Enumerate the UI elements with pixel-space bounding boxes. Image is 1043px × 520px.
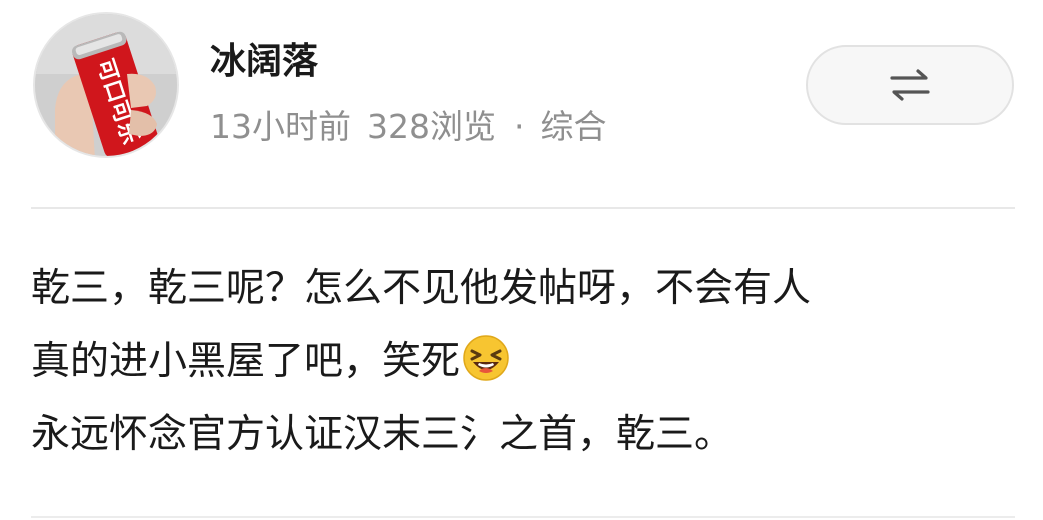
category-tag[interactable]: 综合	[541, 100, 607, 148]
post-header: 可口可乐 冰阔落 13小时前 328浏览 · 综合	[0, 0, 1043, 208]
footer-divider	[31, 516, 1015, 518]
post-line: 乾三，乾三呢？怎么不见他发帖呀，不会有人	[31, 266, 812, 311]
view-count: 328浏览	[367, 107, 496, 146]
cola-can-avatar-icon: 可口可乐	[35, 14, 177, 156]
swap-button[interactable]	[806, 45, 1014, 125]
post-line: 真的进小黑屋了吧，笑死	[31, 339, 461, 384]
post-line: 永远怀念官方认证汉末三氵之首，乾三。	[31, 412, 734, 457]
avatar[interactable]: 可口可乐	[33, 12, 179, 158]
post-content: 乾三，乾三呢？怎么不见他发帖呀，不会有人 真的进小黑屋了吧，笑死 永远怀念官方认…	[31, 252, 1006, 471]
post-time: 13小时前	[210, 107, 351, 146]
post-meta: 13小时前 328浏览 · 综合	[210, 100, 607, 148]
post-line-with-emoji: 真的进小黑屋了吧，笑死	[31, 325, 1006, 398]
swap-arrows-icon	[890, 69, 930, 101]
author-name[interactable]: 冰阔落	[210, 32, 318, 84]
header-divider	[31, 207, 1015, 209]
laughing-face-icon	[462, 333, 510, 406]
meta-separator: ·	[514, 107, 525, 146]
